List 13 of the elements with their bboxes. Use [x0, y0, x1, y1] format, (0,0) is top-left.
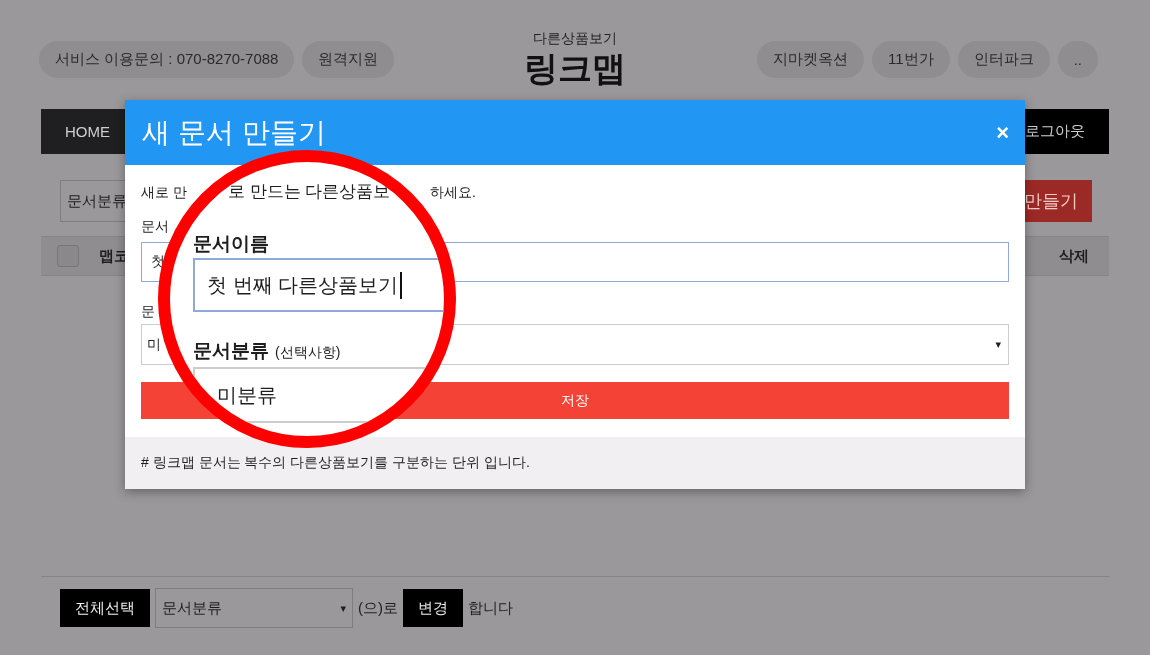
field-label: 문서분류 [193, 339, 269, 363]
suffix-text: 합니다 [468, 598, 513, 618]
optional-hint: (선택사항) [275, 343, 341, 362]
intro-text: 로 만드는 다른상품보 [228, 182, 391, 202]
intro-text: 새로 만 [141, 183, 187, 202]
modal-title: 새 문서 만들기 [142, 115, 326, 150]
footer-note: # 링크맵 문서는 복수의 다른상품보기를 구분하는 단위 입니다. [141, 454, 530, 472]
logo-subtitle: 다른상품보기 [533, 30, 617, 48]
intro-text: 하세요. [430, 183, 476, 202]
to-text: (으)로 [358, 598, 398, 618]
field-label: 문 [141, 302, 156, 321]
column-header: 삭제 [1059, 246, 1089, 266]
field-label: 문서 [141, 217, 170, 236]
